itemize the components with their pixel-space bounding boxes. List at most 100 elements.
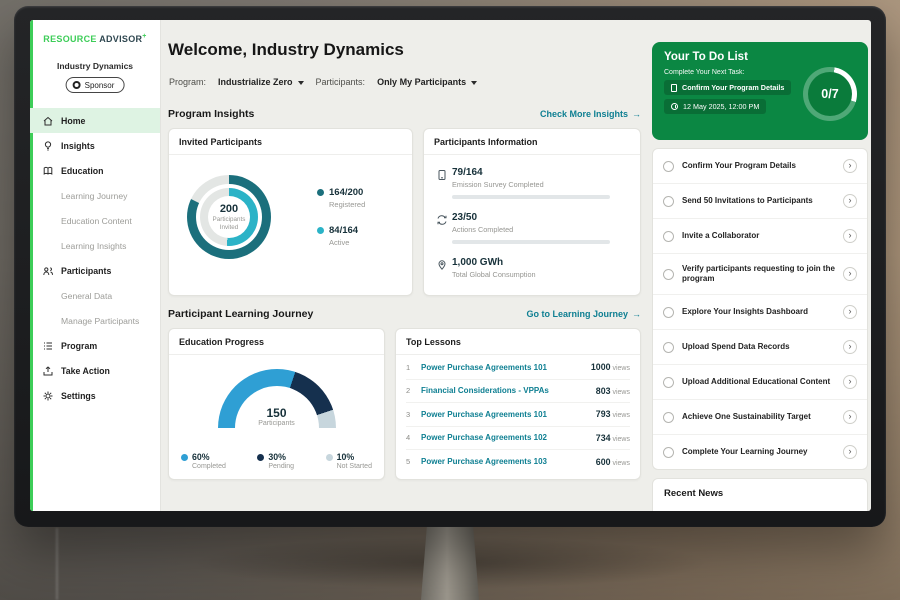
- sidebar-item-label: General Data: [61, 291, 112, 301]
- lesson-link[interactable]: Financial Considerations - VPPAs: [421, 386, 589, 395]
- page-title: Welcome, Industry Dynamics: [168, 40, 404, 60]
- task-checkbox[interactable]: [663, 412, 674, 423]
- task-row[interactable]: Confirm Your Program Details ›: [653, 149, 867, 184]
- legend-value: 60%: [192, 452, 210, 462]
- link-label: Go to Learning Journey: [526, 309, 628, 319]
- sidebar-item-manage-participants[interactable]: Manage Participants: [30, 308, 160, 333]
- task-chevron-button[interactable]: ›: [843, 267, 857, 281]
- stat-value: 1,000 GWh: [452, 257, 628, 268]
- legend-item-pending: 30% Pending: [257, 452, 294, 470]
- task-chevron-button[interactable]: ›: [843, 159, 857, 173]
- task-row[interactable]: Send 50 Invitations to Participants ›: [653, 184, 867, 219]
- lesson-views-count: 734: [596, 433, 611, 443]
- education-progress-gauge-chart: 150 Participants: [218, 369, 336, 428]
- todo-progress-ring: 0/7: [803, 67, 857, 121]
- lesson-link[interactable]: Power Purchase Agreements 101: [421, 363, 584, 372]
- check-more-insights-link[interactable]: Check More Insights →: [540, 109, 641, 119]
- next-task-chip[interactable]: Confirm Your Program Details: [664, 80, 791, 95]
- task-row[interactable]: Complete Your Learning Journey ›: [653, 435, 867, 470]
- task-chevron-button[interactable]: ›: [843, 445, 857, 459]
- task-label: Achieve One Sustainability Target: [682, 412, 835, 422]
- sidebar-item-take-action[interactable]: Take Action: [30, 358, 160, 383]
- chevron-right-icon: ›: [849, 447, 852, 456]
- task-checkbox[interactable]: [663, 447, 674, 458]
- sidebar-item-insights[interactable]: Insights: [30, 133, 160, 158]
- task-checkbox[interactable]: [663, 196, 674, 207]
- program-insights-header: Program Insights Check More Insights →: [168, 108, 641, 120]
- chevron-right-icon: ›: [849, 377, 852, 386]
- program-select[interactable]: Industrialize Zero: [218, 77, 304, 87]
- sidebar-item-participants[interactable]: Participants: [30, 258, 160, 283]
- task-row[interactable]: Verify participants requesting to join t…: [653, 254, 867, 295]
- education-progress-card: Education Progress 150 Participants 60% …: [168, 328, 385, 480]
- sidebar-item-program[interactable]: Program: [30, 333, 160, 358]
- task-row[interactable]: Achieve One Sustainability Target ›: [653, 400, 867, 435]
- sidebar-item-learning-journey[interactable]: Learning Journey: [30, 183, 160, 208]
- section-title: Participant Learning Journey: [168, 308, 313, 320]
- todo-summary-card: Your To Do List Complete Your Next Task:…: [652, 42, 868, 140]
- task-label: Send 50 Invitations to Participants: [682, 196, 835, 206]
- task-checkbox[interactable]: [663, 231, 674, 242]
- task-chevron-button[interactable]: ›: [843, 229, 857, 243]
- task-row[interactable]: Upload Spend Data Records ›: [653, 330, 867, 365]
- sidebar-item-settings[interactable]: Settings: [30, 383, 160, 408]
- org-name: Industry Dynamics: [30, 61, 160, 71]
- go-to-learning-journey-link[interactable]: Go to Learning Journey →: [526, 309, 641, 319]
- task-checkbox[interactable]: [663, 161, 674, 172]
- legend-label: Registered: [329, 200, 365, 209]
- invited-participants-donut-chart: 200 Participants Invited: [187, 175, 271, 259]
- stat-row: 1,000 GWh Total Global Consumption: [436, 257, 628, 279]
- next-task-due: 12 May 2025, 12:00 PM: [683, 102, 759, 111]
- lesson-views-label: views: [612, 412, 630, 419]
- task-chevron-button[interactable]: ›: [843, 340, 857, 354]
- stat-row: 23/50 Actions Completed: [436, 212, 628, 244]
- sidebar-nav: Home Insights Education Learning Journey…: [30, 108, 160, 408]
- task-label: Upload Spend Data Records: [682, 342, 835, 352]
- task-checkbox[interactable]: [663, 342, 674, 353]
- stat-label: Total Global Consumption: [452, 270, 628, 279]
- lesson-link[interactable]: Power Purchase Agreements 102: [421, 433, 589, 442]
- participants-select[interactable]: Only My Participants: [377, 77, 477, 87]
- task-row[interactable]: Upload Additional Educational Content ›: [653, 365, 867, 400]
- lesson-link[interactable]: Power Purchase Agreements 101: [421, 410, 589, 419]
- sidebar-item-general-data[interactable]: General Data: [30, 283, 160, 308]
- gauge-center-value: 150: [218, 406, 336, 420]
- sidebar-item-learning-insights[interactable]: Learning Insights: [30, 233, 160, 258]
- sidebar-item-label: Settings: [61, 391, 96, 401]
- arrow-right-icon: →: [632, 109, 641, 119]
- lesson-views-count: 1000: [591, 362, 611, 372]
- participants-filter-label: Participants:: [316, 77, 366, 87]
- lesson-list: 1 Power Purchase Agreements 101 1000 view…: [396, 355, 640, 474]
- task-label: Invite a Collaborator: [682, 231, 835, 241]
- sidebar-item-label: Take Action: [61, 366, 110, 376]
- link-label: Check More Insights: [540, 109, 628, 119]
- lesson-rank: 1: [406, 363, 414, 372]
- lesson-views: 600views: [596, 457, 630, 467]
- todo-progress-value: 0/7: [821, 87, 838, 101]
- next-task-label: Confirm Your Program Details: [682, 83, 784, 92]
- chevron-right-icon: ›: [849, 231, 852, 240]
- task-chevron-button[interactable]: ›: [843, 375, 857, 389]
- sidebar-item-home[interactable]: Home: [30, 108, 160, 133]
- task-checkbox[interactable]: [663, 269, 674, 280]
- task-chevron-button[interactable]: ›: [843, 410, 857, 424]
- lesson-link[interactable]: Power Purchase Agreements 103: [421, 457, 589, 466]
- card-title: Participants Information: [424, 129, 640, 155]
- task-row[interactable]: Explore Your Insights Dashboard ›: [653, 295, 867, 330]
- sidebar-item-label: Insights: [61, 141, 95, 151]
- logo-secondary: ADVISOR: [99, 34, 142, 44]
- task-checkbox[interactable]: [663, 377, 674, 388]
- lesson-row: 1 Power Purchase Agreements 101 1000view…: [406, 356, 630, 380]
- take-action-icon: [42, 365, 54, 377]
- task-checkbox[interactable]: [663, 307, 674, 318]
- sidebar-item-education-content[interactable]: Education Content: [30, 208, 160, 233]
- sidebar-item-education[interactable]: Education: [30, 158, 160, 183]
- progress-bar: [452, 240, 610, 244]
- task-row[interactable]: Invite a Collaborator ›: [653, 219, 867, 254]
- task-chevron-button[interactable]: ›: [843, 305, 857, 319]
- task-chevron-button[interactable]: ›: [843, 194, 857, 208]
- lesson-views: 734views: [596, 433, 630, 443]
- lesson-views-label: views: [612, 436, 630, 443]
- card-title: Top Lessons: [396, 329, 640, 355]
- legend-label: Completed: [192, 463, 226, 470]
